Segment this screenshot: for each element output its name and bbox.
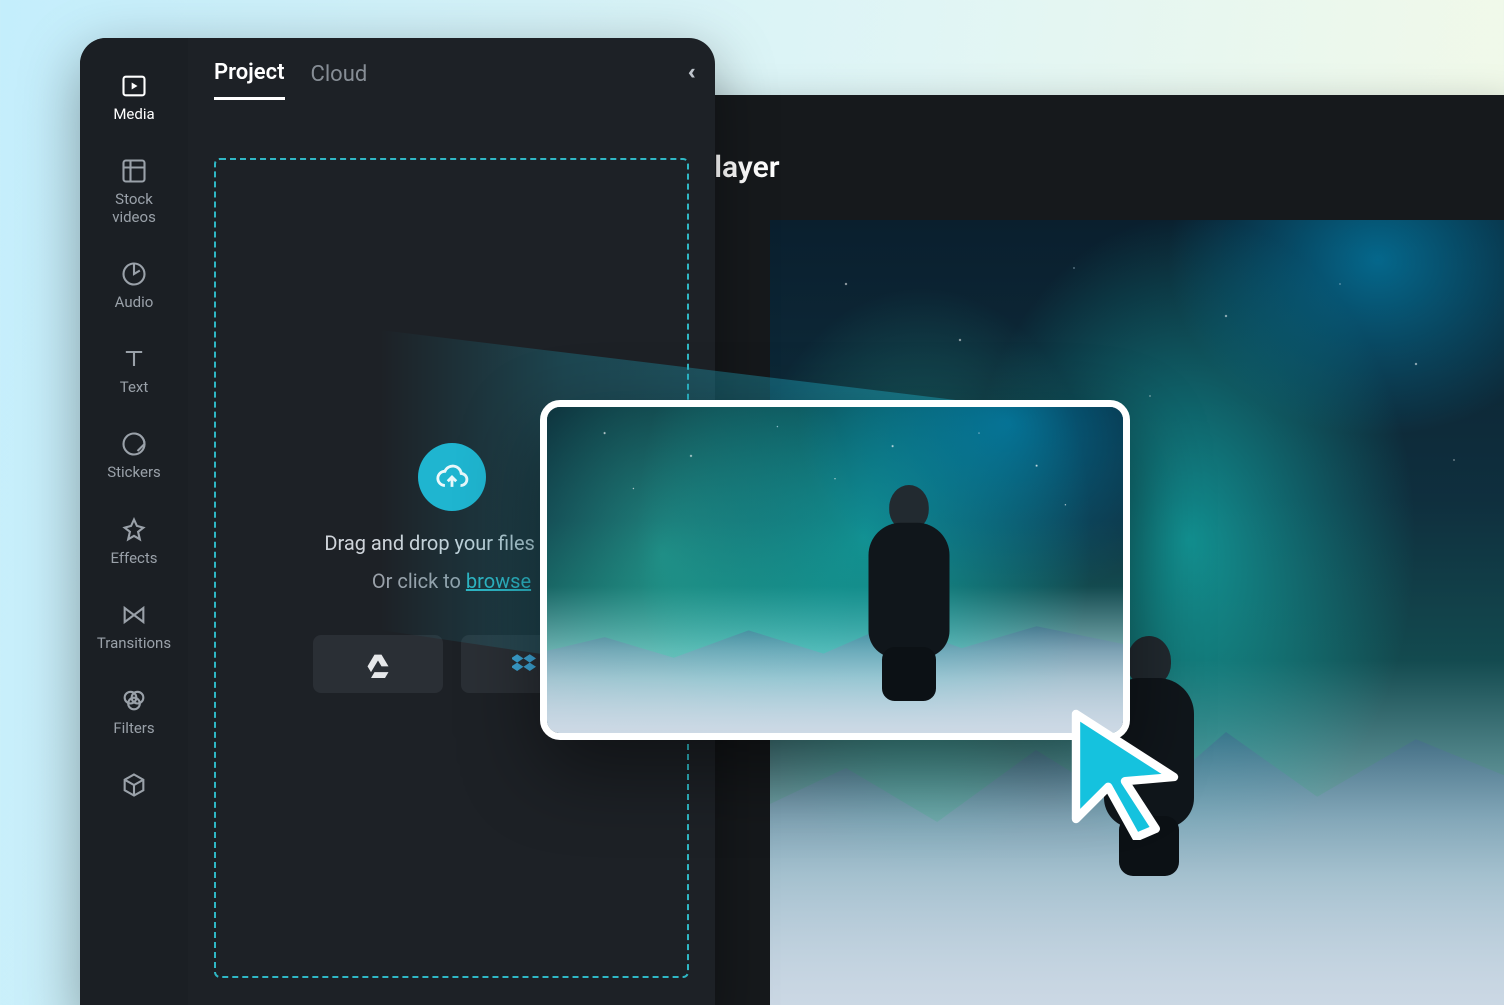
sidebar-item-media[interactable]: Media <box>80 66 188 129</box>
stock-grid-icon <box>120 157 148 185</box>
audio-disc-icon <box>120 260 148 288</box>
cloud-upload-icon <box>435 460 469 494</box>
upload-button[interactable] <box>418 443 486 511</box>
dropzone-line2: Or click to browse <box>372 569 531 593</box>
sidebar-item-more[interactable] <box>80 765 188 805</box>
tab-project[interactable]: Project <box>214 60 285 100</box>
filters-venn-icon <box>120 686 148 714</box>
panel-header: Project Cloud ‹‹ <box>214 60 689 112</box>
google-drive-button[interactable] <box>313 635 443 693</box>
sidebar-item-label: Stock videos <box>112 191 156 226</box>
sidebar-item-effects[interactable]: Effects <box>80 510 188 573</box>
dropzone-line2-prefix: Or click to <box>372 569 466 593</box>
effects-star-icon <box>120 516 148 544</box>
aurora-figure <box>868 485 949 701</box>
sidebar-item-text[interactable]: Text <box>80 339 188 402</box>
dropbox-icon <box>512 650 540 678</box>
media-play-icon <box>120 72 148 100</box>
sidebar-item-label: Transitions <box>97 635 171 652</box>
sidebar-item-audio[interactable]: Audio <box>80 254 188 317</box>
sidebar-item-stock-videos[interactable]: Stock videos <box>80 151 188 232</box>
drag-thumbnail[interactable] <box>540 400 1130 740</box>
text-t-icon <box>120 345 148 373</box>
sidebar: Media Stock videos Audio Text Stickers E… <box>80 38 188 1005</box>
tab-cloud[interactable]: Cloud <box>311 62 368 99</box>
cube-icon <box>120 771 148 799</box>
sidebar-item-stickers[interactable]: Stickers <box>80 424 188 487</box>
sticker-circle-icon <box>120 430 148 458</box>
sidebar-item-label: Media <box>113 106 154 123</box>
sidebar-item-filters[interactable]: Filters <box>80 680 188 743</box>
sidebar-item-label: Stickers <box>107 464 161 481</box>
google-drive-icon <box>364 650 392 678</box>
browse-link[interactable]: browse <box>466 569 531 593</box>
sidebar-item-label: Text <box>120 379 149 396</box>
sidebar-item-transitions[interactable]: Transitions <box>80 595 188 658</box>
sidebar-item-label: Audio <box>115 294 154 311</box>
transitions-bowtie-icon <box>120 601 148 629</box>
sidebar-item-label: Effects <box>110 550 157 567</box>
sidebar-item-label: Filters <box>113 720 154 737</box>
